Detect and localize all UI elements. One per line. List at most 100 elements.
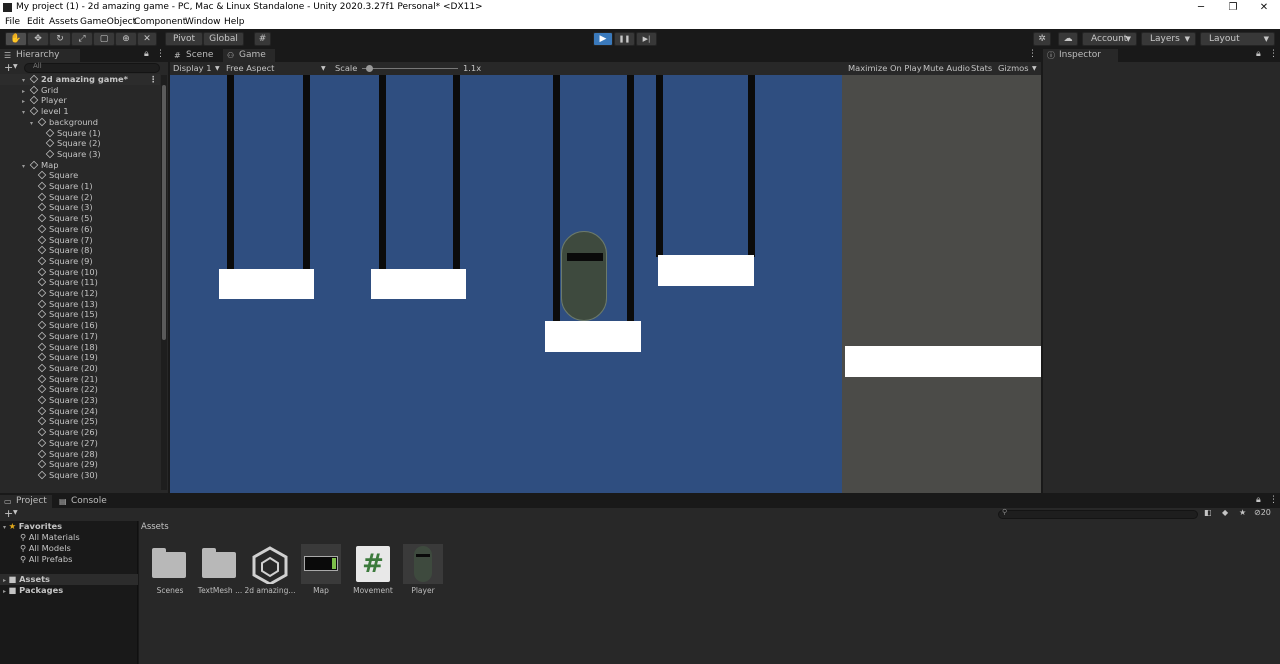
hierarchy-item[interactable]: Square (16) [30,320,98,331]
expand-arrow-icon[interactable]: ▾ [3,524,6,531]
star-icon[interactable]: ★ [1239,508,1246,517]
asset-scene-file[interactable]: 2d amazing... [244,544,296,595]
label-tag-icon[interactable]: ◆ [1222,508,1228,517]
hierarchy-item[interactable]: Square (1) [38,128,101,139]
hierarchy-item[interactable]: Square (2) [38,138,101,149]
hierarchy-item[interactable]: ▾ level 1 [22,106,69,117]
hierarchy-item[interactable]: Square (8) [30,245,93,256]
hierarchy-item[interactable]: Square (23) [30,395,98,406]
expand-arrow-icon[interactable]: ▾ [30,119,38,130]
add-icon[interactable]: + [4,507,13,520]
kebab-menu-icon[interactable]: ⋮ [1269,49,1278,59]
hierarchy-item[interactable]: Square (29) [30,459,98,470]
collab-icon[interactable]: ✲ [1033,32,1051,46]
chevron-down-icon[interactable]: ▼ [215,62,220,75]
sidebar-item-packages[interactable]: ▸ ■ Packages [3,585,63,596]
mute-audio-toggle[interactable]: Mute Audio [923,62,970,75]
sidebar-item-assets[interactable]: ▸ ■ Assets [0,574,138,585]
move-tool-button[interactable]: ✥ [27,32,49,46]
favorite-item[interactable]: ⚲ All Prefabs [20,554,72,565]
hierarchy-item[interactable]: Square (11) [30,277,98,288]
expand-arrow-icon[interactable]: ▸ [3,577,6,584]
hierarchy-item[interactable]: Square (25) [30,416,98,427]
menu-file[interactable]: File [5,15,20,29]
hierarchy-search-input[interactable]: All [24,62,160,73]
minimize-button[interactable]: ─ [1186,0,1216,15]
account-dropdown[interactable]: Account ▼ [1082,32,1137,46]
hierarchy-item[interactable]: Square (21) [30,374,98,385]
favorite-item[interactable]: ⚲ All Models [20,543,71,554]
hierarchy-item[interactable]: Square (17) [30,331,98,342]
scrollbar-thumb[interactable] [162,85,166,340]
hierarchy-item[interactable]: Square (30) [30,470,98,481]
close-button[interactable]: ✕ [1249,0,1279,15]
scene-root-row[interactable]: ▾ 2d amazing game* ⋮ [0,74,160,85]
hierarchy-item[interactable]: Square (3) [38,149,101,160]
tab-console[interactable]: ▤ Console [55,495,107,508]
hierarchy-item[interactable]: Square (15) [30,309,98,320]
hierarchy-item[interactable]: Square (20) [30,363,98,374]
expand-arrow-icon[interactable]: ▾ [22,108,30,119]
expand-arrow-icon[interactable]: ▾ [22,162,30,173]
hierarchy-item[interactable]: Square (24) [30,406,98,417]
maximize-button[interactable]: ❐ [1218,0,1248,15]
pause-button[interactable]: ❚❚ [614,32,635,46]
hierarchy-item[interactable]: Square (3) [30,202,93,213]
hierarchy-item[interactable]: Square (13) [30,299,98,310]
hierarchy-item[interactable]: Square (5) [30,213,93,224]
hierarchy-item[interactable]: ▾ Map [22,160,59,171]
hierarchy-item[interactable]: Square (6) [30,224,93,235]
hierarchy-item[interactable]: Square (18) [30,342,98,353]
step-button[interactable]: ▶| [636,32,657,46]
display-dropdown[interactable]: Display 1 [173,62,212,75]
hidden-eye-icon[interactable]: ⊘20 [1254,508,1271,517]
chevron-down-icon[interactable]: ▼ [321,62,326,75]
kebab-menu-icon[interactable]: ⋮ [1269,495,1278,505]
game-viewport[interactable] [170,75,1041,493]
hierarchy-item[interactable]: Square (28) [30,449,98,460]
hierarchy-item[interactable]: Square (27) [30,438,98,449]
lock-icon[interactable]: 🔒︎ [144,49,149,59]
hierarchy-scrollbar[interactable] [161,75,167,490]
hierarchy-item[interactable]: Square (2) [30,192,93,203]
layout-dropdown[interactable]: Layout ▼ [1200,32,1275,46]
hierarchy-item[interactable]: Square (26) [30,427,98,438]
hierarchy-item[interactable]: Square (22) [30,384,98,395]
gizmos-toggle[interactable]: Gizmos [998,62,1029,75]
grid-snap-button[interactable]: # [254,32,271,46]
scale-slider-thumb[interactable] [366,65,373,72]
custom-tool-button[interactable]: ✕ [137,32,157,46]
tab-game[interactable]: ⚇ Game [223,49,275,62]
hierarchy-item[interactable]: Square (10) [30,267,98,278]
hierarchy-item[interactable]: Square [30,170,78,181]
menu-gameobject[interactable]: GameObject [80,15,136,29]
project-search-input[interactable]: ⚲ [998,508,1198,519]
add-icon[interactable]: + [4,61,13,74]
cloud-icon[interactable]: ☁ [1058,32,1078,46]
kebab-menu-icon[interactable]: ⋮ [149,74,157,85]
menu-help[interactable]: Help [224,15,245,29]
maximize-on-play-toggle[interactable]: Maximize On Play [848,62,922,75]
filter-type-icon[interactable]: ◧ [1204,508,1212,517]
tab-scene[interactable]: # Scene [170,49,222,62]
hierarchy-item[interactable]: ▸ Grid [22,85,58,96]
chevron-down-icon[interactable]: ▼ [13,63,18,70]
hierarchy-item[interactable]: Square (12) [30,288,98,299]
chevron-down-icon[interactable]: ▼ [1032,62,1037,75]
scale-slider[interactable] [362,65,458,72]
favorite-item[interactable]: ⚲ All Materials [20,532,80,543]
hand-tool-button[interactable]: ✋ [5,32,27,46]
hierarchy-item[interactable]: ▾ background [30,117,98,128]
rect-tool-button[interactable]: ▢ [93,32,115,46]
hierarchy-item[interactable]: Square (19) [30,352,98,363]
scale-tool-button[interactable]: ⤢ [71,32,93,46]
global-toggle[interactable]: Global [203,32,244,46]
chevron-down-icon[interactable]: ▼ [13,509,18,516]
stats-toggle[interactable]: Stats [971,62,992,75]
hierarchy-item[interactable]: Square (1) [30,181,93,192]
kebab-menu-icon[interactable]: ⋮ [156,49,165,59]
lock-icon[interactable]: 🔒︎ [1256,495,1261,505]
hierarchy-item[interactable]: Square (9) [30,256,93,267]
rotate-tool-button[interactable]: ↻ [49,32,71,46]
menu-window[interactable]: Window [185,15,221,29]
